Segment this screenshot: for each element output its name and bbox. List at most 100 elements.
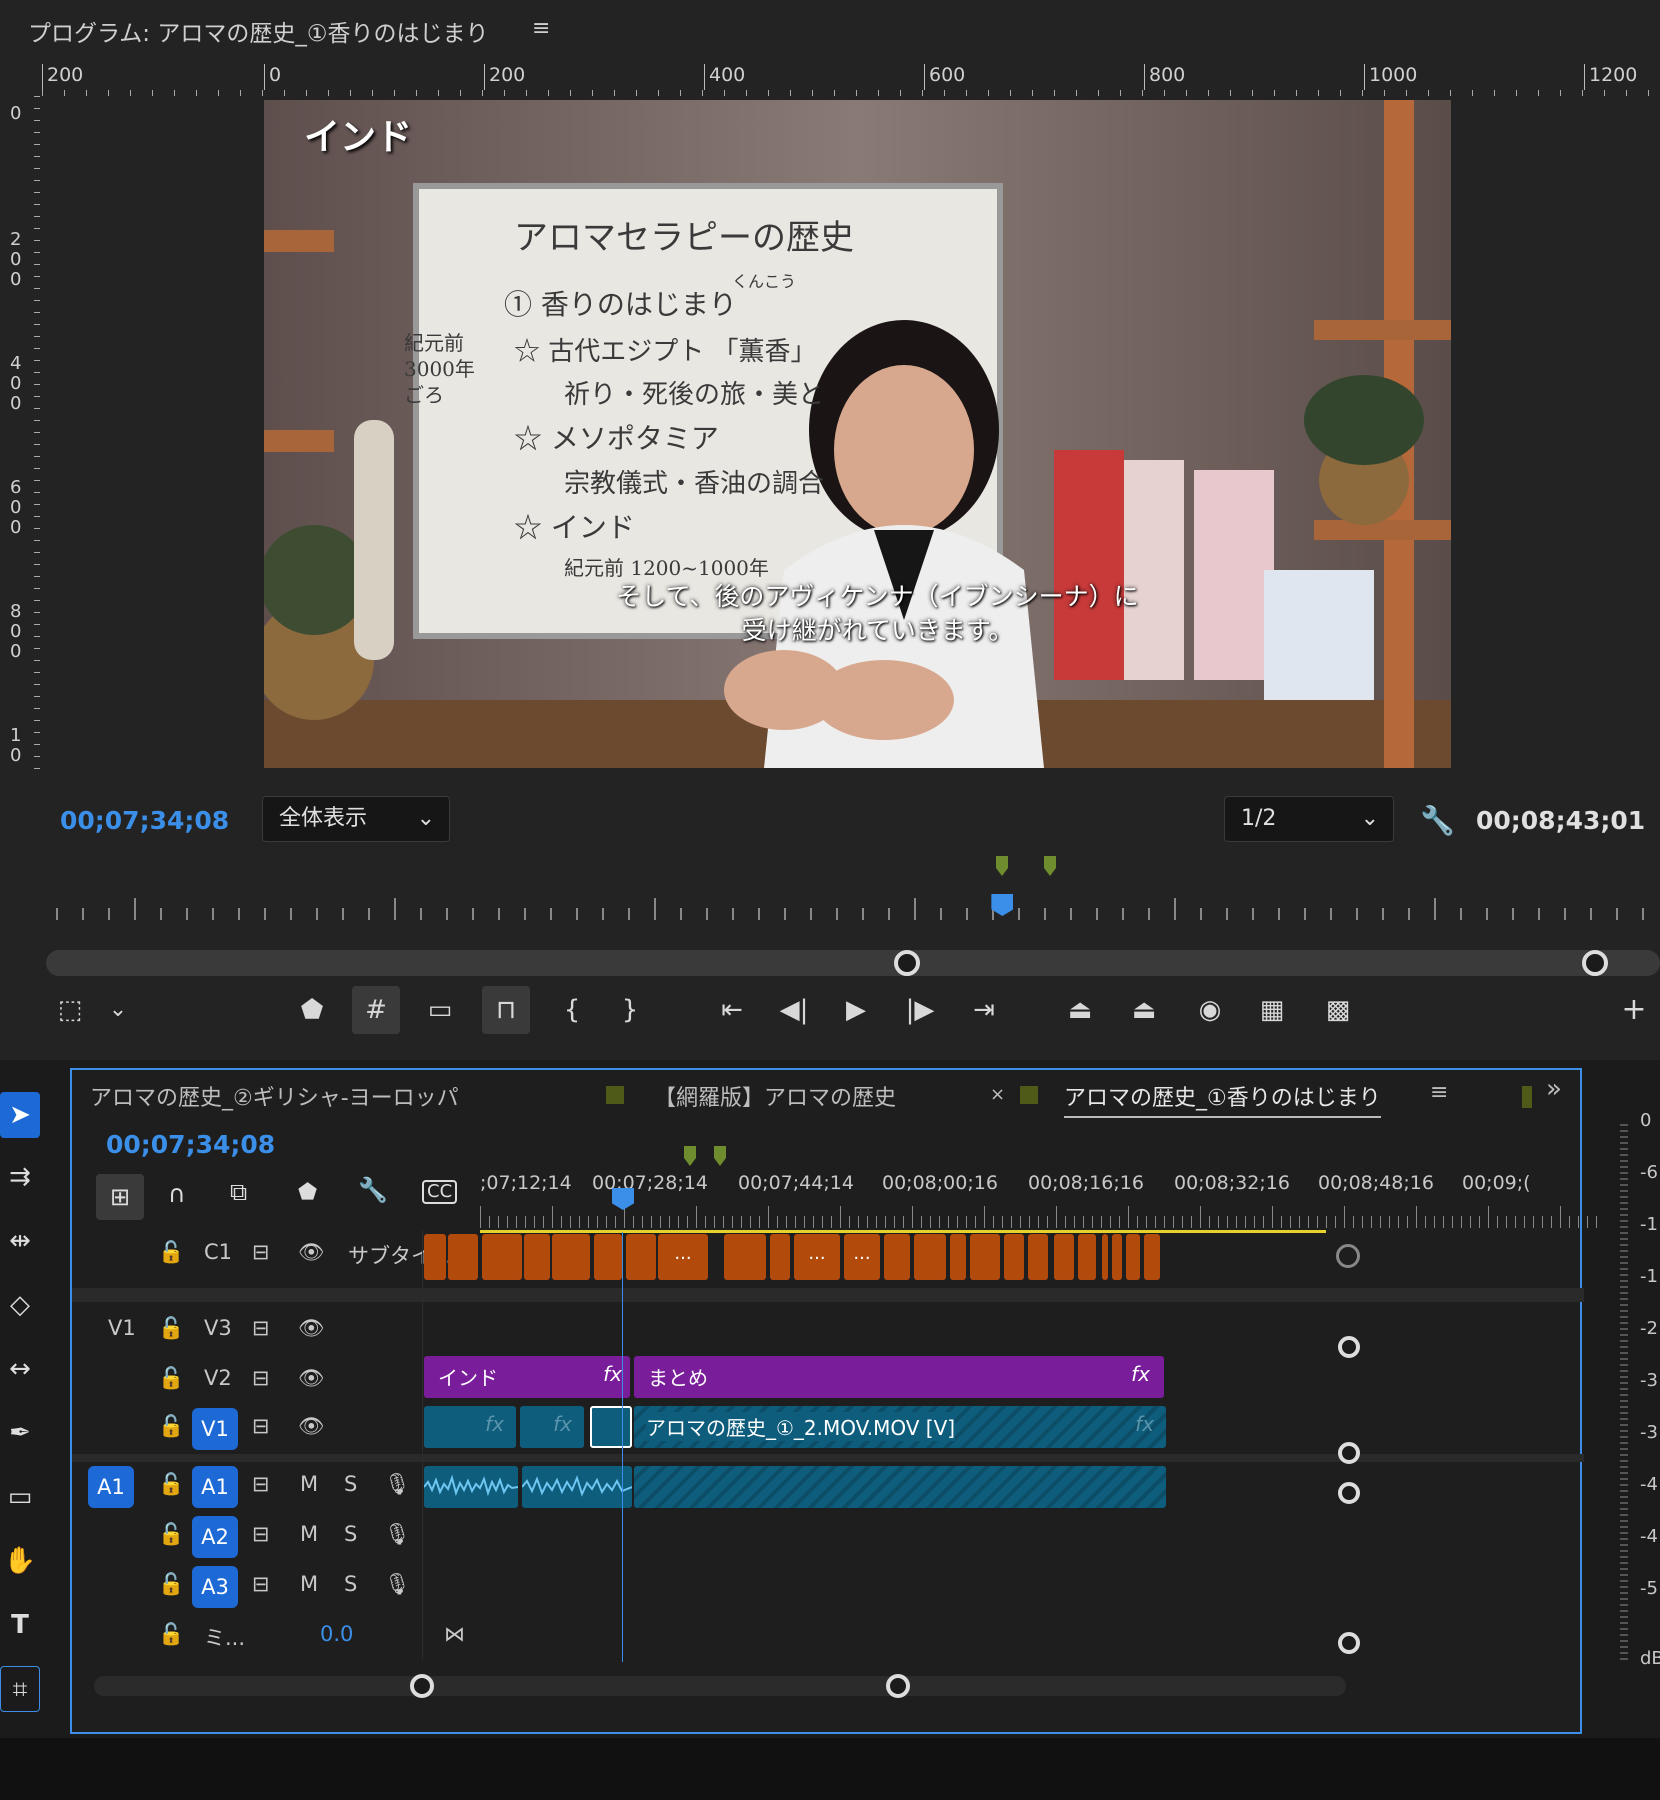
slip-icon[interactable]: ↔ (0, 1346, 40, 1392)
multi-camera-icon[interactable]: ▩ (1318, 990, 1358, 1030)
mini-time-ruler[interactable] (56, 896, 1660, 920)
subtitle-clip[interactable] (1112, 1234, 1122, 1280)
hamburger-menu-icon[interactable]: ≡ (532, 16, 550, 41)
selected-clip[interactable] (590, 1406, 632, 1448)
scroll-handle-icon[interactable] (1338, 1632, 1360, 1654)
mute-button[interactable]: M (300, 1572, 318, 1596)
microphone-icon[interactable]: 🎙 (384, 1472, 411, 1497)
extract-icon[interactable]: ⏏ (1124, 990, 1164, 1030)
subtitle-clip[interactable] (594, 1234, 622, 1280)
marker-icon[interactable] (714, 1146, 726, 1166)
scroll-handle-icon[interactable] (886, 1674, 910, 1698)
video-clip[interactable]: fx (424, 1406, 516, 1448)
track-select-icon[interactable]: ⇉ (0, 1154, 40, 1200)
scrollbar-handle-left[interactable] (894, 950, 920, 976)
add-button-icon[interactable]: + (1614, 990, 1654, 1030)
tab-sequence-active[interactable]: アロマの歴史_①香りのはじまり (1064, 1080, 1381, 1118)
subtitle-clip[interactable] (1126, 1234, 1140, 1280)
subtitle-clip[interactable] (724, 1234, 766, 1280)
timeline-ruler[interactable]: ;07;12;14 00;07;28;14 00;07;44;14 00;08;… (480, 1170, 1602, 1242)
lock-icon[interactable]: 🔓 (158, 1414, 184, 1439)
sync-lock-icon[interactable]: ⊟ (252, 1240, 270, 1264)
play-icon[interactable]: ▶ (836, 990, 876, 1030)
resolution-dropdown[interactable]: 1/2 ⌄ (1224, 796, 1394, 842)
magnet-snap-icon[interactable]: ∩ (168, 1180, 186, 1208)
solo-button[interactable]: S (344, 1572, 357, 1596)
subtitle-clip[interactable] (914, 1234, 946, 1280)
subtitle-clip[interactable] (1078, 1234, 1096, 1280)
subtitle-clip[interactable] (448, 1234, 478, 1280)
subtitle-clip[interactable] (626, 1234, 656, 1280)
subtitle-clip[interactable] (970, 1234, 1000, 1280)
close-icon[interactable]: × (990, 1084, 1005, 1105)
subtitle-clip[interactable]: ... (794, 1234, 840, 1280)
wrench-icon[interactable]: 🔧 (1420, 804, 1455, 837)
lift-icon[interactable]: ⏏ (1060, 990, 1100, 1030)
tab-sequence-greece[interactable]: アロマの歴史_②ギリシャ-ヨーロッパ (90, 1080, 459, 1112)
go-to-in-icon[interactable]: ⇤ (712, 990, 752, 1030)
sync-lock-icon[interactable]: ⊟ (252, 1522, 270, 1546)
scroll-handle-icon[interactable] (1338, 1482, 1360, 1504)
lock-icon[interactable]: 🔓 (158, 1522, 184, 1547)
grid-icon[interactable]: # (352, 986, 400, 1034)
subtitle-clip[interactable] (482, 1234, 522, 1280)
rectangle-icon[interactable]: ▭ (0, 1474, 40, 1520)
lock-icon[interactable]: 🔓 (158, 1316, 184, 1341)
work-area-bar[interactable] (480, 1230, 1326, 1233)
lock-icon[interactable]: 🔓 (158, 1240, 184, 1265)
pen-icon[interactable]: ✒ (0, 1410, 40, 1456)
sync-lock-icon[interactable]: ⊟ (252, 1366, 270, 1390)
subtitle-clip[interactable] (950, 1234, 966, 1280)
mark-in-icon[interactable]: { (552, 990, 592, 1030)
type-icon[interactable]: T (0, 1602, 40, 1648)
step-forward-icon[interactable]: |▶ (900, 990, 940, 1030)
sync-lock-icon[interactable]: ⊟ (252, 1472, 270, 1496)
eye-icon[interactable]: 👁 (298, 1414, 325, 1439)
video-clip-main[interactable]: アロマの歴史_①_2.MOV.MOV [V] fx (634, 1406, 1166, 1448)
lock-icon[interactable]: 🔓 (158, 1472, 184, 1497)
comparison-view-icon[interactable]: ⊓ (482, 986, 530, 1034)
audio-clip[interactable] (522, 1466, 632, 1508)
track-target-v1[interactable]: V1 (192, 1408, 238, 1450)
video-clip[interactable]: fx (520, 1406, 584, 1448)
audio-clip[interactable] (424, 1466, 518, 1508)
tab-sequence-full[interactable]: 【網羅版】アロマの歴史 (654, 1080, 896, 1112)
lock-icon[interactable]: 🔓 (158, 1366, 184, 1391)
solo-button[interactable]: S (344, 1522, 357, 1546)
export-frame-icon[interactable]: ◉ (1190, 990, 1230, 1030)
eye-icon[interactable]: 👁 (298, 1316, 325, 1341)
go-to-out-icon[interactable]: ⇥ (964, 990, 1004, 1030)
source-patch-a1[interactable]: A1 (88, 1466, 134, 1508)
selection-tool-icon[interactable]: ➤ (0, 1092, 40, 1138)
step-back-icon[interactable]: ◀| (774, 990, 814, 1030)
eye-icon[interactable]: 👁 (298, 1366, 325, 1391)
insert-icon[interactable]: ▦ (1252, 990, 1292, 1030)
audio-clip-main[interactable] (634, 1466, 1166, 1508)
zoom-scrollbar[interactable] (46, 950, 1660, 976)
microphone-icon[interactable]: 🎙 (384, 1572, 411, 1597)
zoom-dropdown[interactable]: 全体表示 ⌄ (262, 796, 450, 842)
wrench-icon[interactable]: 🔧 (358, 1176, 388, 1204)
subtitle-clip[interactable]: ... (844, 1234, 880, 1280)
snap-nest-icon[interactable]: ⊞ (96, 1174, 144, 1220)
hamburger-menu-icon[interactable]: ≡ (1430, 1080, 1448, 1105)
subtitle-clip[interactable] (552, 1234, 590, 1280)
scroll-handle-icon[interactable] (1336, 1244, 1360, 1268)
remix-icon[interactable]: ⌗ (0, 1666, 40, 1712)
subtitle-clip[interactable] (424, 1234, 446, 1280)
subtitle-clip[interactable] (1144, 1234, 1160, 1280)
timeline-timecode[interactable]: 00;07;34;08 (106, 1130, 275, 1159)
marker-icon[interactable] (996, 856, 1008, 876)
eye-icon[interactable]: 👁 (298, 1240, 325, 1265)
lock-icon[interactable]: 🔓 (158, 1572, 184, 1597)
lock-icon[interactable]: 🔓 (158, 1622, 184, 1647)
marker-icon[interactable]: ⬟ (298, 1180, 317, 1205)
ripple-edit-icon[interactable]: ⇹ (0, 1218, 40, 1264)
marker-icon[interactable] (1044, 856, 1056, 876)
graphic-clip[interactable]: まとめ fx (634, 1356, 1164, 1398)
scroll-handle-icon[interactable] (410, 1674, 434, 1698)
subtitle-clip[interactable] (1028, 1234, 1048, 1280)
graphic-clip[interactable]: インド fx (424, 1356, 630, 1398)
mark-out-icon[interactable]: } (610, 990, 650, 1030)
hand-icon[interactable]: ✋ (0, 1538, 40, 1584)
